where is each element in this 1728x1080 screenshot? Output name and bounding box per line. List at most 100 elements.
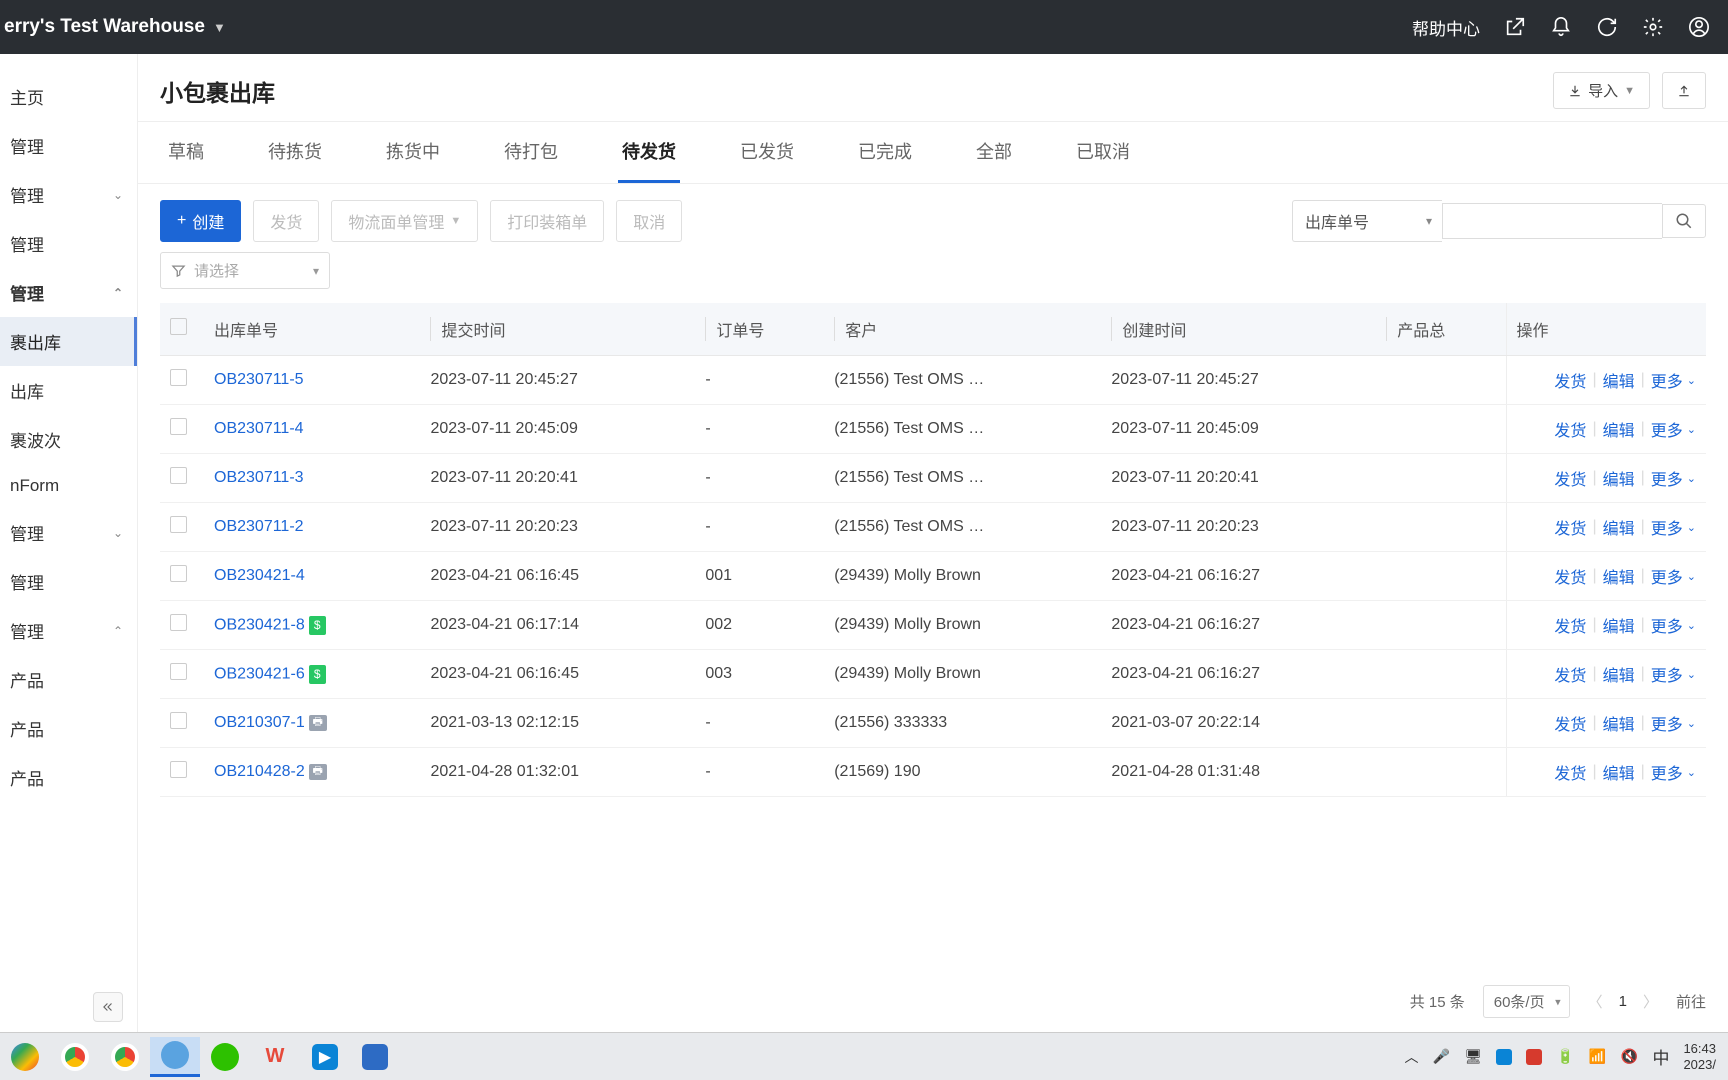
tray-volume-icon[interactable]: 🔇 [1620, 1048, 1638, 1066]
row-checkbox[interactable] [170, 761, 187, 778]
sidebar-item-3[interactable]: 管理 [0, 219, 137, 268]
row-edit-action[interactable]: 编辑 [1603, 711, 1635, 735]
row-edit-action[interactable]: 编辑 [1603, 466, 1635, 490]
taskbar-wps[interactable]: W [250, 1037, 300, 1077]
taskbar-app-2[interactable] [350, 1037, 400, 1077]
row-edit-action[interactable]: 编辑 [1603, 760, 1635, 784]
sidebar-item-12[interactable]: 产品 [0, 655, 137, 704]
import-button[interactable]: 导入 ▼ [1553, 72, 1650, 109]
sidebar-collapse-button[interactable] [93, 992, 123, 1022]
row-edit-action[interactable]: 编辑 [1603, 368, 1635, 392]
row-ship-action[interactable]: 发货 [1554, 760, 1586, 784]
row-more-action[interactable]: 更多 ⌄ [1651, 711, 1696, 735]
sidebar-item-0[interactable]: 主页 [0, 72, 137, 121]
row-edit-action[interactable]: 编辑 [1603, 417, 1635, 441]
tray-icon-red[interactable] [1526, 1049, 1542, 1065]
tray-ime[interactable]: 中 [1652, 1044, 1669, 1069]
row-edit-action[interactable]: 编辑 [1603, 662, 1635, 686]
tray-icon-blue[interactable] [1496, 1049, 1512, 1065]
row-checkbox[interactable] [170, 614, 187, 631]
row-checkbox[interactable] [170, 565, 187, 582]
filter-select[interactable]: 请选择 [160, 252, 330, 289]
order-id-link[interactable]: OB230711-4 [214, 420, 304, 437]
taskbar-chrome-1[interactable] [50, 1037, 100, 1077]
tab-5[interactable]: 已发货 [736, 122, 798, 183]
sidebar-item-9[interactable]: 管理⌄ [0, 508, 137, 557]
tray-clock[interactable]: 16:43 2023/ [1683, 1041, 1716, 1072]
tab-6[interactable]: 已完成 [854, 122, 916, 183]
cancel-button[interactable]: 取消 [616, 200, 682, 242]
order-id-link[interactable]: OB230421-8 [214, 616, 305, 633]
sidebar-item-1[interactable]: 管理 [0, 121, 137, 170]
row-ship-action[interactable]: 发货 [1554, 515, 1586, 539]
row-more-action[interactable]: 更多 ⌄ [1651, 564, 1696, 588]
sidebar-item-7[interactable]: 裹波次 [0, 415, 137, 464]
order-id-link[interactable]: OB230421-4 [214, 567, 305, 584]
row-ship-action[interactable]: 发货 [1554, 564, 1586, 588]
tray-expand-icon[interactable]: ︿ [1404, 1047, 1418, 1067]
sidebar-item-11[interactable]: 管理⌃ [0, 606, 137, 655]
taskbar-player[interactable]: ▶ [300, 1037, 350, 1077]
tab-8[interactable]: 已取消 [1072, 122, 1134, 183]
sidebar-item-6[interactable]: 出库 [0, 366, 137, 415]
taskbar-chrome-2[interactable] [100, 1037, 150, 1077]
refresh-icon[interactable] [1596, 16, 1618, 38]
taskbar-app-1[interactable] [0, 1037, 50, 1077]
logistics-dropdown[interactable]: 物流面单管理 ▼ [331, 200, 478, 242]
sidebar-item-13[interactable]: 产品 [0, 704, 137, 753]
row-ship-action[interactable]: 发货 [1554, 368, 1586, 392]
order-id-link[interactable]: OB230421-6 [214, 665, 305, 682]
page-size-select[interactable]: 60条/页 [1483, 985, 1570, 1018]
ship-button[interactable]: 发货 [253, 200, 319, 242]
gear-icon[interactable] [1642, 16, 1664, 38]
row-ship-action[interactable]: 发货 [1554, 613, 1586, 637]
order-id-link[interactable]: OB210307-1 [214, 714, 305, 731]
search-type-select[interactable]: 出库单号 [1292, 200, 1442, 242]
user-icon[interactable] [1688, 16, 1710, 38]
search-input[interactable] [1442, 203, 1662, 239]
row-checkbox[interactable] [170, 418, 187, 435]
row-more-action[interactable]: 更多 ⌄ [1651, 662, 1696, 686]
row-more-action[interactable]: 更多 ⌄ [1651, 368, 1696, 392]
tray-battery-icon[interactable]: 🔋 [1556, 1048, 1574, 1066]
prev-page[interactable]: 〈 [1588, 991, 1603, 1012]
row-checkbox[interactable] [170, 516, 187, 533]
sidebar-item-4[interactable]: 管理⌃ [0, 268, 137, 317]
next-page[interactable]: 〉 [1643, 991, 1658, 1012]
tab-7[interactable]: 全部 [972, 122, 1016, 183]
row-more-action[interactable]: 更多 ⌄ [1651, 466, 1696, 490]
tab-2[interactable]: 拣货中 [382, 122, 444, 183]
order-id-link[interactable]: OB230711-5 [214, 371, 304, 388]
share-icon[interactable] [1504, 16, 1526, 38]
row-checkbox[interactable] [170, 369, 187, 386]
tab-3[interactable]: 待打包 [500, 122, 562, 183]
order-id-link[interactable]: OB230711-3 [214, 469, 304, 486]
row-more-action[interactable]: 更多 ⌄ [1651, 417, 1696, 441]
tab-4[interactable]: 待发货 [618, 122, 680, 183]
search-button[interactable] [1662, 204, 1706, 238]
order-id-link[interactable]: OB230711-2 [214, 518, 304, 535]
tab-0[interactable]: 草稿 [164, 122, 208, 183]
taskbar-wechat[interactable] [200, 1037, 250, 1077]
sidebar-item-5[interactable]: 裹出库 [0, 317, 137, 366]
taskbar-app-active[interactable] [150, 1037, 200, 1077]
row-ship-action[interactable]: 发货 [1554, 711, 1586, 735]
row-more-action[interactable]: 更多 ⌄ [1651, 760, 1696, 784]
sidebar-item-2[interactable]: 管理⌄ [0, 170, 137, 219]
row-checkbox[interactable] [170, 712, 187, 729]
tray-monitor-icon[interactable]: 🖥 [1464, 1048, 1482, 1066]
tray-mic-icon[interactable]: 🎤 [1432, 1048, 1450, 1066]
sidebar-item-10[interactable]: 管理 [0, 557, 137, 606]
row-more-action[interactable]: 更多 ⌄ [1651, 613, 1696, 637]
row-edit-action[interactable]: 编辑 [1603, 515, 1635, 539]
row-more-action[interactable]: 更多 ⌄ [1651, 515, 1696, 539]
sidebar-item-14[interactable]: 产品 [0, 753, 137, 802]
help-center-link[interactable]: 帮助中心 [1412, 15, 1480, 40]
print-packing-button[interactable]: 打印装箱单 [490, 200, 604, 242]
warehouse-selector[interactable]: erry's Test Warehouse ▼ [0, 16, 226, 38]
export-button[interactable] [1662, 72, 1706, 109]
select-all-checkbox[interactable] [170, 318, 187, 335]
row-ship-action[interactable]: 发货 [1554, 417, 1586, 441]
row-checkbox[interactable] [170, 663, 187, 680]
row-ship-action[interactable]: 发货 [1554, 662, 1586, 686]
